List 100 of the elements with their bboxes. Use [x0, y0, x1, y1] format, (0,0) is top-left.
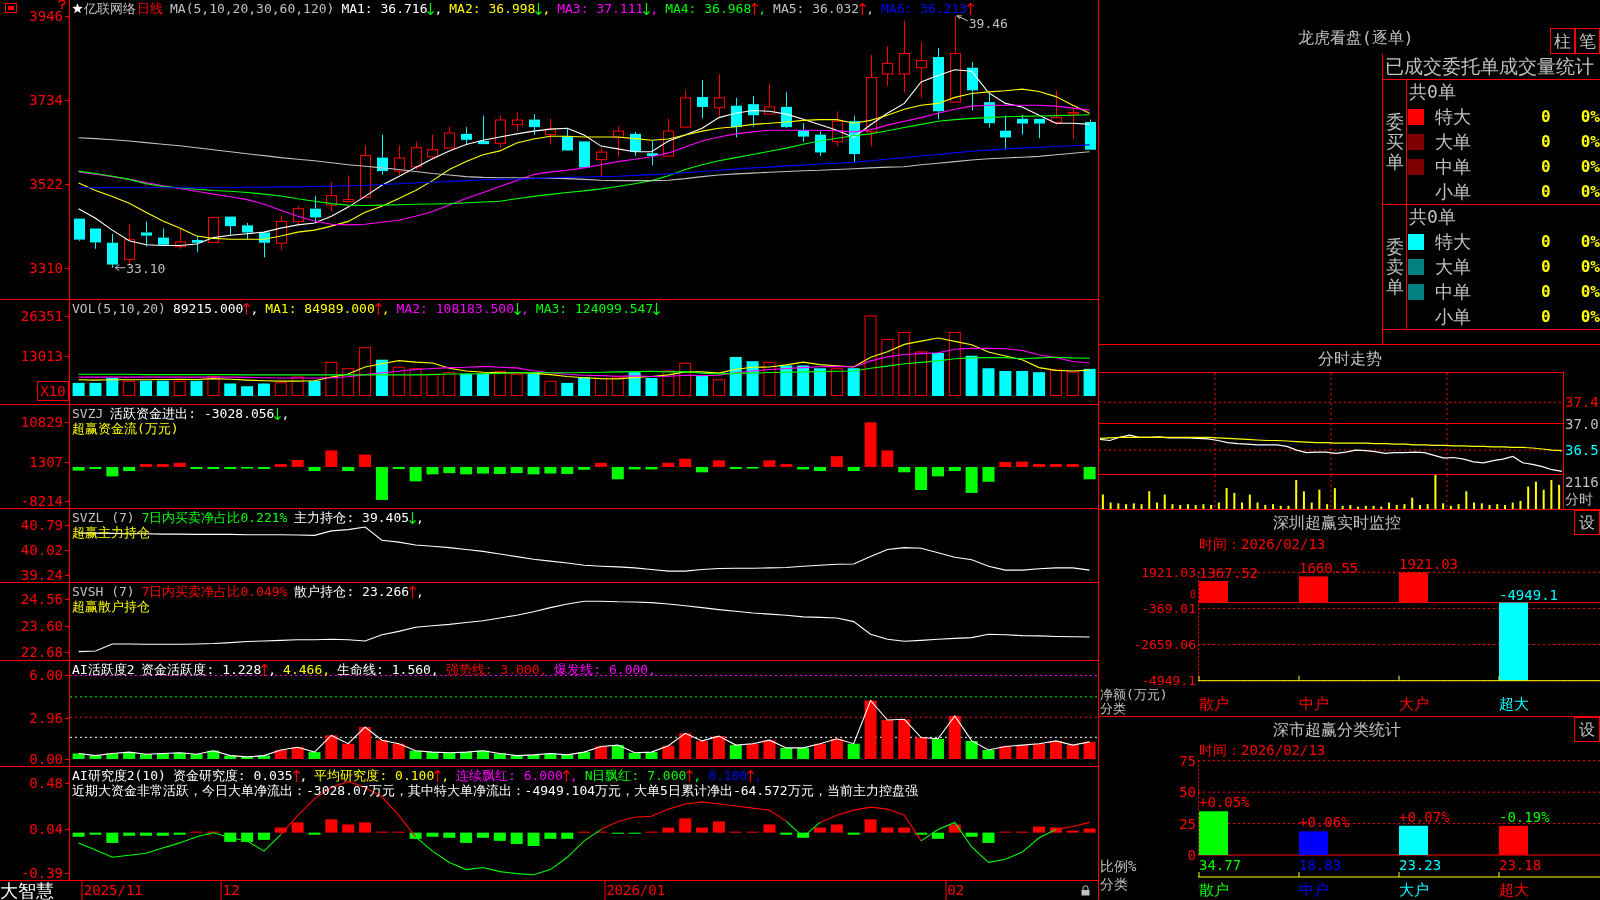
bar: [89, 382, 102, 396]
table-title: 已成交委托单成交量统计: [1385, 57, 1594, 76]
bar: [409, 832, 422, 839]
side-label: 委卖单: [1385, 237, 1404, 297]
bar: [797, 466, 810, 470]
bar: [140, 754, 152, 760]
bar: [712, 736, 725, 760]
bar: [460, 832, 473, 843]
candle: [158, 228, 169, 247]
bar: [898, 331, 911, 396]
view-toggle-button[interactable]: 笔: [1575, 28, 1600, 54]
candle: [293, 205, 304, 225]
separator-text: ,: [416, 584, 424, 599]
bar: [325, 450, 338, 467]
bar: [123, 832, 136, 836]
bar: [106, 753, 119, 760]
bar: [561, 832, 574, 839]
bar: [1016, 371, 1029, 396]
bar: [527, 466, 540, 475]
candle: [74, 218, 85, 242]
settings-button[interactable]: 设: [1574, 717, 1600, 742]
bar: [460, 466, 473, 475]
bar: [881, 827, 894, 833]
candle: [461, 126, 472, 146]
indicator-label: MA5: 36.032: [773, 1, 860, 16]
low-price-label: 33.10: [126, 260, 166, 276]
settings-button[interactable]: 设: [1574, 510, 1600, 535]
bar: [982, 750, 995, 760]
axis-tick-label: 1307: [29, 454, 63, 469]
bar: [1066, 464, 1079, 467]
bar: [696, 466, 709, 473]
axis-tick-label: 25: [1179, 816, 1196, 831]
bar: [814, 827, 826, 833]
indicator-label: 生命线: 1.560,: [337, 662, 439, 677]
axis-tick-label: 22.68: [20, 644, 63, 659]
view-toggle-button[interactable]: 柱: [1550, 28, 1575, 54]
bar: [241, 386, 254, 396]
date-axis-label: 12: [220, 881, 240, 900]
bar: [628, 466, 641, 470]
bar: [477, 466, 489, 474]
bar: [325, 819, 338, 833]
bar: [89, 832, 102, 835]
bar: [106, 832, 119, 843]
order-size-label: 大单: [1435, 133, 1472, 151]
panel-title: 深圳超赢实时监控: [1272, 512, 1401, 534]
candle: [967, 61, 978, 111]
indicator-label: AI活跃度2: [72, 662, 135, 677]
category-label: 散户: [1199, 697, 1229, 712]
window-icon: [5, 3, 17, 13]
axis-tick-label: 3522: [29, 176, 63, 191]
bar: [645, 752, 658, 760]
bar: [544, 466, 557, 474]
bar: [156, 464, 169, 467]
axis-title: 分时: [1565, 492, 1593, 506]
category-label: 中户: [1299, 883, 1329, 898]
bar: [965, 466, 978, 493]
bar: [915, 737, 928, 760]
bar: [443, 752, 456, 760]
candle: [276, 215, 287, 251]
order-size-label: 小单: [1435, 307, 1472, 326]
candle: [1000, 115, 1011, 151]
bar: [915, 832, 928, 835]
candle: [731, 97, 742, 138]
bar: [1299, 831, 1328, 855]
lock-icon[interactable]: [1081, 885, 1090, 896]
bar: [359, 822, 372, 833]
value-label: 1921.03: [1399, 557, 1458, 572]
high-price-label: 39.46: [968, 15, 1008, 31]
indicator-label: SVZL (7): [72, 510, 135, 525]
separator-text: ,: [416, 510, 424, 525]
indicator-label: 强势线: 3.000,: [445, 662, 548, 677]
bar: [207, 750, 220, 760]
order-count: 0: [1541, 183, 1551, 200]
separator-text: ,: [693, 768, 702, 783]
bar: [123, 752, 136, 760]
order-count: 0: [1541, 158, 1551, 175]
bar: [224, 383, 237, 396]
bar: [72, 832, 85, 837]
indicator-label: 散户持仓: 23.266: [294, 584, 410, 599]
indicator-label: MA(5,10,20,30,60,120): [170, 1, 335, 16]
bar: [257, 466, 270, 469]
value-label: 18.83: [1299, 858, 1342, 872]
bar: [123, 380, 136, 396]
bar: [931, 466, 944, 477]
bar: [544, 832, 557, 839]
bar: [729, 745, 742, 760]
help-icon[interactable]: [58, 0, 66, 9]
bar: [392, 466, 405, 469]
bar: [696, 740, 709, 760]
axis-title: 分类: [1100, 877, 1128, 891]
bar: [847, 466, 860, 472]
separator-text: ,: [542, 1, 551, 16]
bar: [325, 735, 338, 760]
axis-tick-label: 50: [1179, 785, 1196, 800]
bar: [291, 376, 304, 396]
order-count: 0: [1541, 109, 1551, 126]
candle: [444, 126, 455, 149]
bar: [561, 382, 574, 396]
bar: [763, 740, 776, 760]
bar: [881, 450, 894, 467]
